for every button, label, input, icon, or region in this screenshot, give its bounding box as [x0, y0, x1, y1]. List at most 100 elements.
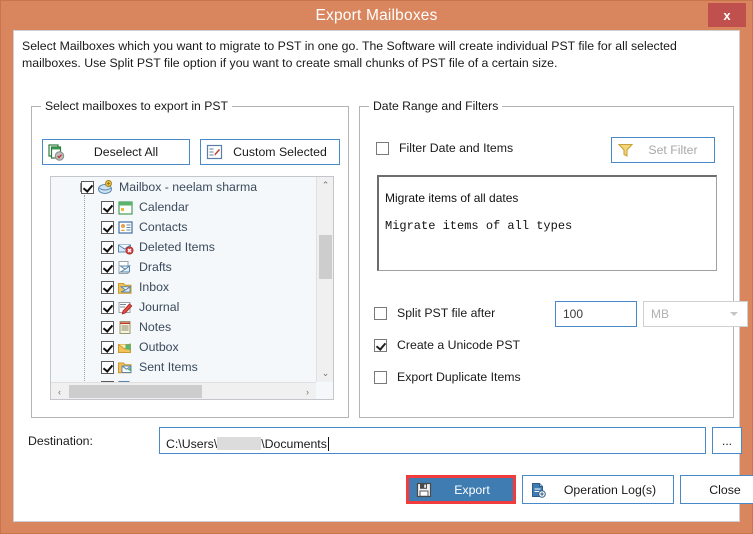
- dialog-client-area: Select Mailboxes which you want to migra…: [13, 30, 753, 522]
- tree-node-label: Deleted Items: [139, 240, 215, 254]
- filter-summary-line-1: Migrate items of all dates: [385, 191, 519, 205]
- scroll-left-icon[interactable]: ‹: [51, 383, 68, 399]
- chevron-down-icon: [730, 312, 738, 316]
- calendar-icon: [117, 200, 134, 215]
- tree-node-contacts[interactable]: Contacts: [51, 217, 316, 237]
- tree-node-label: Calendar: [139, 200, 189, 214]
- tree-node-label: Drafts: [139, 260, 172, 274]
- tree-checkbox-journal[interactable]: [101, 300, 114, 314]
- tree-checkbox-inbox[interactable]: [101, 280, 114, 294]
- custom-selected-button[interactable]: Custom Selected: [200, 139, 340, 165]
- tree-node-label: Journal: [139, 300, 180, 314]
- contacts-icon: [117, 220, 134, 235]
- filter-date-items-row[interactable]: Filter Date and Items: [376, 141, 513, 155]
- split-pst-unit-value: MB: [651, 307, 669, 321]
- redacted-username-block: [217, 437, 262, 450]
- sent-items-icon: [117, 360, 134, 375]
- text-caret: [327, 436, 329, 451]
- intro-description: Select Mailboxes which you want to migra…: [22, 39, 677, 70]
- tree-vertical-scrollbar[interactable]: ⌃ ⌄: [316, 177, 333, 382]
- split-pst-unit-select[interactable]: MB: [643, 301, 748, 327]
- create-unicode-pst-label: Create a Unicode PST: [397, 338, 521, 352]
- title-bar: Export Mailboxes x: [1, 1, 752, 30]
- notes-icon: [117, 320, 134, 335]
- deleted-items-icon: [117, 240, 134, 255]
- window-close-button[interactable]: x: [708, 3, 746, 27]
- tree-checkbox-drafts[interactable]: [101, 260, 114, 274]
- date-range-filters-group: Date Range and Filters Filter Date and I…: [359, 99, 748, 418]
- tree-checkbox-root[interactable]: [81, 180, 94, 194]
- operation-logs-button[interactable]: Operation Log(s): [522, 475, 674, 504]
- split-pst-row[interactable]: Split PST file after: [374, 306, 495, 320]
- tree-checkbox-calendar[interactable]: [101, 200, 114, 214]
- export-button-label: Export: [454, 482, 490, 497]
- destination-input[interactable]: C:\Users\ \Documents: [159, 427, 706, 454]
- split-pst-label: Split PST file after: [397, 306, 496, 320]
- tree-checkbox-contacts[interactable]: [101, 220, 114, 234]
- tree-node-label: Outbox: [139, 340, 179, 354]
- tree-node-notes[interactable]: Notes: [51, 317, 316, 337]
- export-button[interactable]: Export: [409, 478, 513, 501]
- tree-node-outbox[interactable]: Outbox: [51, 337, 316, 357]
- tree-node-root[interactable]: - Mailbox - neelam sharma: [51, 177, 316, 197]
- custom-selected-label: Custom Selected: [233, 145, 327, 159]
- filter-date-items-checkbox[interactable]: [376, 141, 389, 155]
- export-mailboxes-dialog: Export Mailboxes x Select Mailboxes whic…: [0, 0, 753, 534]
- select-mailboxes-group: Select mailboxes to export in PST Desele…: [31, 99, 349, 418]
- scroll-down-icon[interactable]: ⌄: [317, 365, 333, 382]
- journal-icon: [117, 300, 134, 315]
- export-duplicate-items-checkbox[interactable]: [374, 370, 387, 384]
- set-filter-label: Set Filter: [648, 143, 698, 157]
- operation-log-icon: [523, 482, 553, 498]
- tree-horizontal-scroll-thumb[interactable]: [69, 385, 202, 398]
- destination-path-prefix: C:\Users\: [166, 436, 218, 451]
- filter-summary-box: Migrate items of all dates Migrate items…: [377, 175, 717, 271]
- mailbox-tree-items: - Mailbox - neelam sharma: [51, 177, 316, 382]
- outbox-icon: [117, 340, 134, 355]
- tree-node-label: Notes: [139, 320, 172, 334]
- create-unicode-pst-row[interactable]: Create a Unicode PST: [374, 338, 520, 352]
- scroll-right-icon[interactable]: ›: [299, 383, 316, 399]
- funnel-icon: [612, 142, 638, 158]
- tree-node-sent-items[interactable]: Sent Items: [51, 357, 316, 377]
- split-pst-checkbox[interactable]: [374, 306, 387, 320]
- export-duplicate-items-label: Export Duplicate Items: [397, 370, 521, 384]
- create-unicode-pst-checkbox[interactable]: [374, 338, 387, 352]
- tree-node-journal[interactable]: Journal: [51, 297, 316, 317]
- inbox-icon: [117, 280, 134, 295]
- export-button-highlight: Export: [406, 475, 516, 504]
- tree-horizontal-scrollbar[interactable]: ‹ ›: [51, 382, 316, 399]
- deselect-all-button[interactable]: Deselect All: [42, 139, 190, 165]
- export-duplicate-items-row[interactable]: Export Duplicate Items: [374, 370, 521, 384]
- destination-path-suffix: \Documents: [261, 436, 327, 451]
- tree-checkbox-outbox[interactable]: [101, 340, 114, 354]
- set-filter-button[interactable]: Set Filter: [611, 137, 715, 163]
- destination-label: Destination:: [28, 434, 93, 448]
- filter-summary-line-2: Migrate items of all types: [385, 219, 573, 233]
- tree-checkbox-sent-items[interactable]: [101, 360, 114, 374]
- custom-selected-icon: [201, 144, 227, 160]
- drafts-icon: [117, 260, 134, 275]
- select-mailboxes-group-title: Select mailboxes to export in PST: [41, 99, 232, 113]
- destination-browse-button[interactable]: ...: [712, 427, 742, 454]
- window-title: Export Mailboxes: [315, 6, 438, 24]
- operation-logs-label: Operation Log(s): [563, 482, 657, 497]
- tree-node-drafts[interactable]: Drafts: [51, 257, 316, 277]
- save-disk-icon: [409, 482, 439, 498]
- tree-checkbox-deleted-items[interactable]: [101, 240, 114, 254]
- tree-checkbox-notes: [101, 320, 114, 334]
- close-button[interactable]: Close: [680, 475, 753, 504]
- mailbox-tree[interactable]: - Mailbox - neelam sharma: [50, 176, 334, 400]
- tree-node-calendar[interactable]: Calendar: [51, 197, 316, 217]
- tree-node-deleted-items[interactable]: Deleted Items: [51, 237, 316, 257]
- tree-node-label: Mailbox - neelam sharma: [119, 180, 258, 194]
- filter-date-items-label: Filter Date and Items: [399, 141, 514, 155]
- scroll-up-icon[interactable]: ⌃: [317, 177, 333, 194]
- deselect-all-icon: [43, 143, 69, 161]
- split-pst-size-input[interactable]: 100: [555, 301, 637, 327]
- tree-node-inbox[interactable]: Inbox: [51, 277, 316, 297]
- tree-vertical-scroll-thumb[interactable]: [319, 235, 332, 279]
- mailbox-icon: [97, 179, 114, 195]
- date-range-filters-group-title: Date Range and Filters: [369, 99, 503, 113]
- tree-node-label: Inbox: [139, 280, 170, 294]
